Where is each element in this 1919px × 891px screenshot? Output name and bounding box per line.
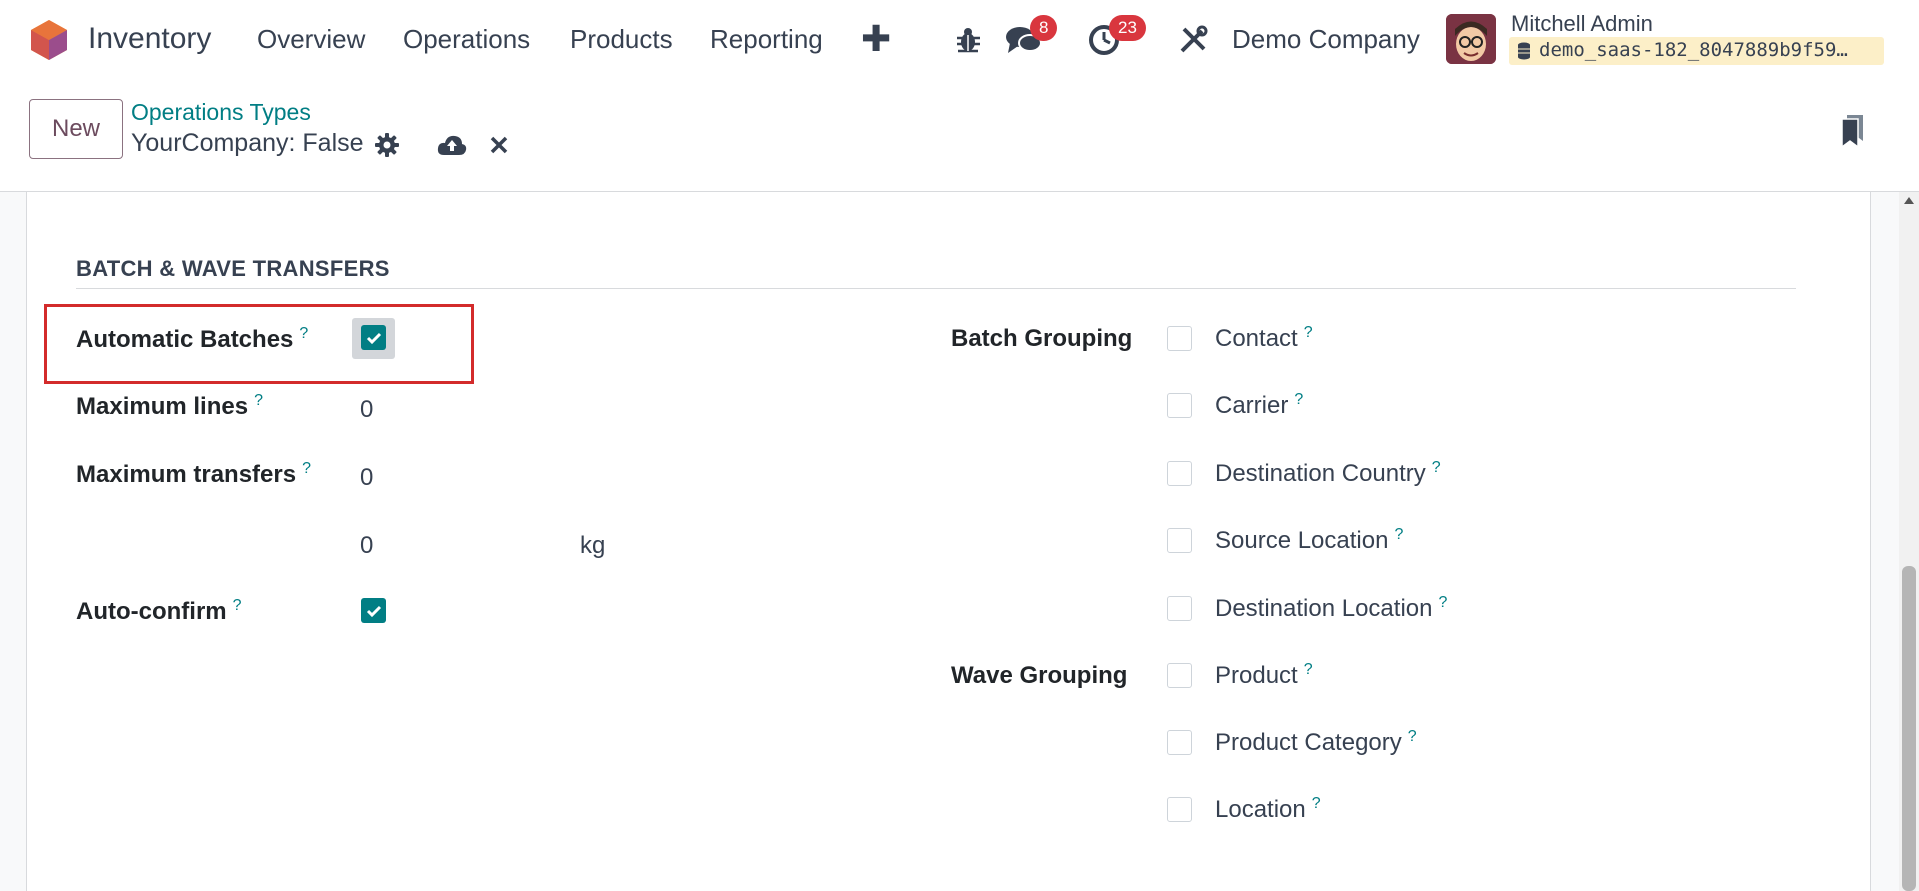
app-name[interactable]: Inventory	[88, 22, 211, 56]
maximum-weight-input[interactable]: 0	[360, 532, 373, 560]
product-category-label: Product Category?	[1215, 728, 1417, 756]
batch-grouping-label: Batch Grouping	[951, 325, 1133, 352]
user-name[interactable]: Mitchell Admin	[1511, 11, 1653, 37]
check-icon	[366, 332, 381, 344]
auto-confirm-checkbox[interactable]	[361, 598, 386, 623]
help-mark[interactable]: ?	[233, 597, 242, 614]
help-mark[interactable]: ?	[1438, 594, 1447, 611]
scrollbar-thumb[interactable]	[1902, 566, 1916, 891]
carrier-label: Carrier?	[1215, 391, 1304, 419]
avatar[interactable]	[1446, 14, 1496, 64]
new-button[interactable]: New	[29, 99, 123, 159]
menu-reporting[interactable]: Reporting	[710, 24, 823, 55]
help-mark[interactable]: ?	[1408, 728, 1417, 745]
destination-country-checkbox[interactable]	[1167, 461, 1192, 486]
section-divider	[76, 288, 1796, 289]
section-title: BATCH & WAVE TRANSFERS	[76, 256, 390, 281]
location-checkbox[interactable]	[1167, 797, 1192, 822]
help-mark[interactable]: ?	[1432, 459, 1441, 476]
weight-unit: kg	[580, 532, 606, 559]
form-sheet	[26, 192, 1871, 891]
maximum-transfers-label: Maximum transfers?	[76, 460, 311, 488]
help-mark[interactable]: ?	[302, 460, 311, 477]
maximum-transfers-input[interactable]: 0	[360, 464, 373, 492]
product-label: Product?	[1215, 661, 1313, 689]
close-icon[interactable]	[485, 131, 513, 159]
destination-location-label: Destination Location?	[1215, 594, 1448, 622]
maximum-lines-label: Maximum lines?	[76, 392, 263, 420]
top-navbar: Inventory Overview Operations Products R…	[0, 0, 1919, 80]
location-label: Location?	[1215, 795, 1321, 823]
contact-checkbox[interactable]	[1167, 326, 1192, 351]
product-category-checkbox[interactable]	[1167, 730, 1192, 755]
menu-overview[interactable]: Overview	[257, 24, 365, 55]
help-mark[interactable]: ?	[1294, 391, 1303, 408]
messages-badge: 8	[1030, 15, 1058, 41]
destination-country-label: Destination Country?	[1215, 459, 1441, 487]
help-mark[interactable]: ?	[254, 392, 263, 409]
destination-location-checkbox[interactable]	[1167, 596, 1192, 621]
inventory-logo-icon[interactable]	[28, 19, 70, 61]
scroll-up-arrow-icon[interactable]	[1904, 197, 1914, 204]
maximum-lines-input[interactable]: 0	[360, 396, 373, 424]
source-location-label: Source Location?	[1215, 526, 1404, 554]
help-mark[interactable]: ?	[1304, 324, 1313, 341]
automatic-batches-checkbox[interactable]	[361, 325, 386, 350]
database-tag: demo_saas-182_8047889b9f59…	[1509, 37, 1884, 65]
company-switcher[interactable]: Demo Company	[1232, 24, 1420, 55]
add-menu-icon[interactable]: ✚	[861, 18, 891, 60]
automatic-batches-label: Automatic Batches?	[76, 325, 309, 353]
menu-operations[interactable]: Operations	[403, 24, 530, 55]
record-title: YourCompany: False	[131, 129, 364, 157]
cloud-upload-icon[interactable]	[436, 131, 468, 159]
breadcrumb[interactable]: Operations Types	[131, 99, 311, 126]
gear-icon[interactable]	[373, 131, 401, 159]
bug-icon[interactable]	[953, 22, 983, 58]
wave-grouping-label: Wave Grouping	[951, 662, 1128, 689]
help-mark[interactable]: ?	[299, 325, 308, 342]
database-name: demo_saas-182_8047889b9f59…	[1539, 39, 1848, 61]
menu-products[interactable]: Products	[570, 24, 673, 55]
check-icon	[366, 605, 381, 617]
product-checkbox[interactable]	[1167, 663, 1192, 688]
contact-label: Contact?	[1215, 324, 1313, 352]
control-panel: New Operations Types YourCompany: False	[0, 80, 1919, 192]
bookmark-icon[interactable]	[1839, 113, 1867, 149]
help-mark[interactable]: ?	[1304, 661, 1313, 678]
auto-confirm-label: Auto-confirm?	[76, 597, 242, 625]
help-mark[interactable]: ?	[1394, 526, 1403, 543]
carrier-checkbox[interactable]	[1167, 393, 1192, 418]
source-location-checkbox[interactable]	[1167, 528, 1192, 553]
tools-icon[interactable]	[1176, 22, 1210, 58]
activities-badge: 23	[1109, 15, 1146, 41]
database-icon	[1518, 42, 1530, 60]
help-mark[interactable]: ?	[1312, 795, 1321, 812]
